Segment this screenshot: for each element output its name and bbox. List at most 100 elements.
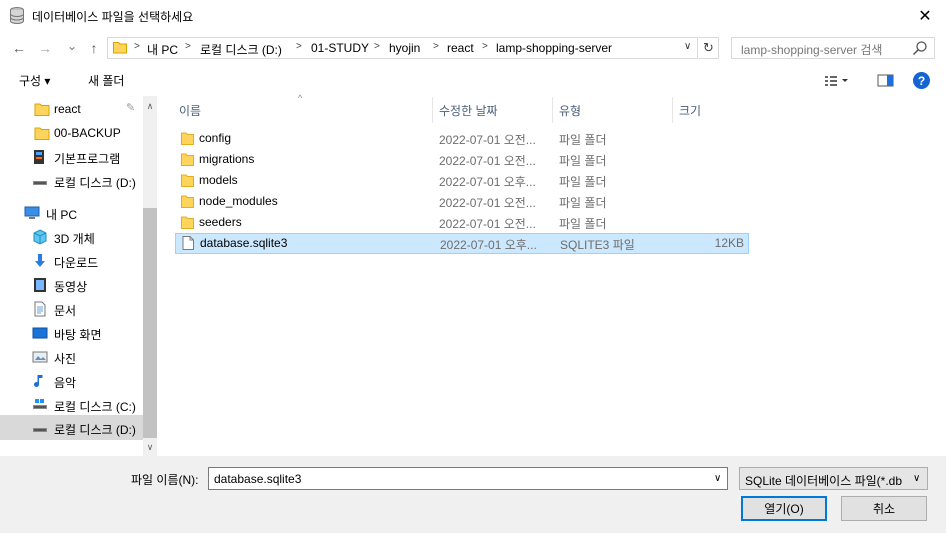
document-icon <box>34 301 46 317</box>
toolbar <box>0 64 946 96</box>
breadcrumb-item[interactable]: 로컬 디스크 (D:) <box>200 41 282 58</box>
search-input[interactable]: lamp-shopping-server 검색 <box>731 37 935 59</box>
folder-icon <box>181 195 194 208</box>
chevron-right-icon: > <box>433 41 439 52</box>
3d-objects-icon <box>33 229 47 245</box>
chevron-right-icon: > <box>185 41 191 52</box>
back-button[interactable]: ← <box>9 38 29 58</box>
column-divider[interactable] <box>432 97 433 123</box>
organize-button[interactable]: 구성 ▾ <box>19 72 50 89</box>
sidebar-item-label: 3D 개체 <box>54 232 95 246</box>
file-name: database.sqlite3 <box>200 236 288 250</box>
scroll-down-icon[interactable]: ∨ <box>143 440 157 454</box>
file-type: SQLITE3 파일 <box>560 238 635 252</box>
pictures-icon <box>32 351 48 363</box>
database-icon <box>10 7 24 24</box>
window-title: 데이터베이스 파일을 선택하세요 <box>32 10 194 24</box>
column-divider[interactable] <box>672 97 673 123</box>
chevron-down-icon: ∨ <box>913 473 921 484</box>
pc-icon <box>24 206 40 219</box>
list-view-icon <box>825 76 848 86</box>
sidebar-item-drive-c[interactable]: 로컬 디스크 (C:) <box>0 393 143 417</box>
sidebar-item-documents[interactable]: 문서 <box>0 297 143 321</box>
up-button[interactable]: ↑ <box>84 38 104 58</box>
chevron-down-icon[interactable]: ∨ <box>684 41 691 52</box>
sidebar-item-drive-d[interactable]: 로컬 디스크 (D:) <box>0 415 143 440</box>
chevron-down-icon[interactable]: ∨ <box>714 473 721 484</box>
file-date: 2022-07-01 오전... <box>439 133 536 147</box>
file-name: models <box>199 173 238 187</box>
sidebar-scrollbar-thumb[interactable] <box>143 208 157 438</box>
breadcrumb-item[interactable]: react <box>447 41 474 55</box>
file-name: migrations <box>199 152 255 166</box>
recent-locations-button[interactable]: ⌄ <box>62 36 82 56</box>
refresh-button[interactable]: ↻ <box>699 37 719 59</box>
file-row[interactable]: seeders 2022-07-01 오전... 파일 폴더 <box>175 212 749 233</box>
sidebar-item-react[interactable]: react ✎ <box>0 97 143 121</box>
file-row[interactable]: migrations 2022-07-01 오전... 파일 폴더 <box>175 149 749 170</box>
breadcrumb-item[interactable]: lamp-shopping-server <box>496 41 612 55</box>
file-row[interactable]: node_modules 2022-07-01 오전... 파일 폴더 <box>175 191 749 212</box>
file-type: 파일 폴더 <box>559 196 607 210</box>
sidebar-item-label: 음악 <box>54 376 77 390</box>
column-header-size[interactable]: 크기 <box>679 102 701 119</box>
folder-icon <box>113 42 127 54</box>
sidebar-item-downloads[interactable]: 다운로드 <box>0 249 143 273</box>
file-date: 2022-07-01 오후... <box>440 238 537 252</box>
sidebar-item-music[interactable]: 음악 <box>0 369 143 393</box>
filetype-select[interactable]: SQLite 데이터베이스 파일(*.db ∨ <box>739 467 928 490</box>
folder-icon <box>181 174 194 187</box>
search-placeholder: lamp-shopping-server 검색 <box>741 43 883 57</box>
file-row-selected[interactable]: database.sqlite3 2022-07-01 오후... SQLITE… <box>175 233 749 254</box>
drive-icon <box>33 181 47 185</box>
sidebar-item-label: 내 PC <box>46 208 78 222</box>
filetype-value: SQLite 데이터베이스 파일(*.db <box>745 474 903 488</box>
forward-button[interactable]: → <box>35 38 55 58</box>
program-icon <box>34 150 44 164</box>
preview-pane-icon <box>877 74 894 87</box>
address-bar[interactable]: > 내 PC > 로컬 디스크 (D:) > 01-STUDY > hyojin… <box>107 37 698 59</box>
sidebar-item-desktop[interactable]: 바탕 화면 <box>0 321 143 345</box>
sidebar-item-label: 문서 <box>54 304 77 318</box>
sidebar-item-00-backup[interactable]: 00-BACKUP <box>0 121 143 145</box>
file-icon <box>182 236 194 250</box>
sidebar-item-pictures[interactable]: 사진 <box>0 345 143 369</box>
file-date: 2022-07-01 오후... <box>439 175 536 189</box>
file-type: 파일 폴더 <box>559 217 607 231</box>
sidebar-item-3d-objects[interactable]: 3D 개체 <box>0 225 143 249</box>
sidebar-item-drive-d-quick[interactable]: 로컬 디스크 (D:) <box>0 169 143 193</box>
file-row[interactable]: models 2022-07-01 오후... 파일 폴더 <box>175 170 749 191</box>
folder-icon <box>34 103 50 116</box>
file-name: config <box>199 131 232 145</box>
chevron-right-icon: > <box>482 41 488 52</box>
title-bar: 데이터베이스 파일을 선택하세요 ✕ <box>0 0 946 32</box>
breadcrumb-item[interactable]: hyojin <box>389 41 420 55</box>
cancel-button[interactable]: 취소 <box>841 496 927 521</box>
sidebar-item-videos[interactable]: 동영상 <box>0 273 143 297</box>
drive-icon <box>33 399 47 409</box>
folder-icon <box>181 153 194 166</box>
view-options-button[interactable] <box>823 73 851 89</box>
breadcrumb-item[interactable]: 01-STUDY <box>311 41 369 55</box>
new-folder-button[interactable]: 새 폴더 <box>88 72 124 89</box>
column-header-type[interactable]: 유형 <box>559 102 581 119</box>
column-header-name[interactable]: 이름 <box>179 102 201 119</box>
open-button[interactable]: 열기(O) <box>741 496 827 521</box>
column-header-date[interactable]: 수정한 날짜 <box>439 102 498 119</box>
sidebar-item-this-pc[interactable]: 내 PC <box>0 201 143 225</box>
sidebar-item-label: react <box>54 102 81 116</box>
sidebar-item-programs[interactable]: 기본프로그램 <box>0 145 143 169</box>
breadcrumb-item[interactable]: 내 PC <box>147 41 178 58</box>
music-icon <box>34 375 43 387</box>
file-date: 2022-07-01 오전... <box>439 217 536 231</box>
help-icon[interactable]: ? <box>913 72 930 89</box>
filename-input[interactable]: database.sqlite3 ∨ <box>208 467 728 490</box>
scroll-up-icon[interactable]: ∧ <box>143 99 157 113</box>
preview-pane-button[interactable] <box>877 74 895 88</box>
chevron-right-icon: > <box>374 41 380 52</box>
folder-icon <box>34 127 50 140</box>
chevron-right-icon: > <box>134 41 140 52</box>
file-row[interactable]: config 2022-07-01 오전... 파일 폴더 <box>175 128 749 149</box>
column-divider[interactable] <box>552 97 553 123</box>
close-button[interactable]: ✕ <box>904 0 946 32</box>
